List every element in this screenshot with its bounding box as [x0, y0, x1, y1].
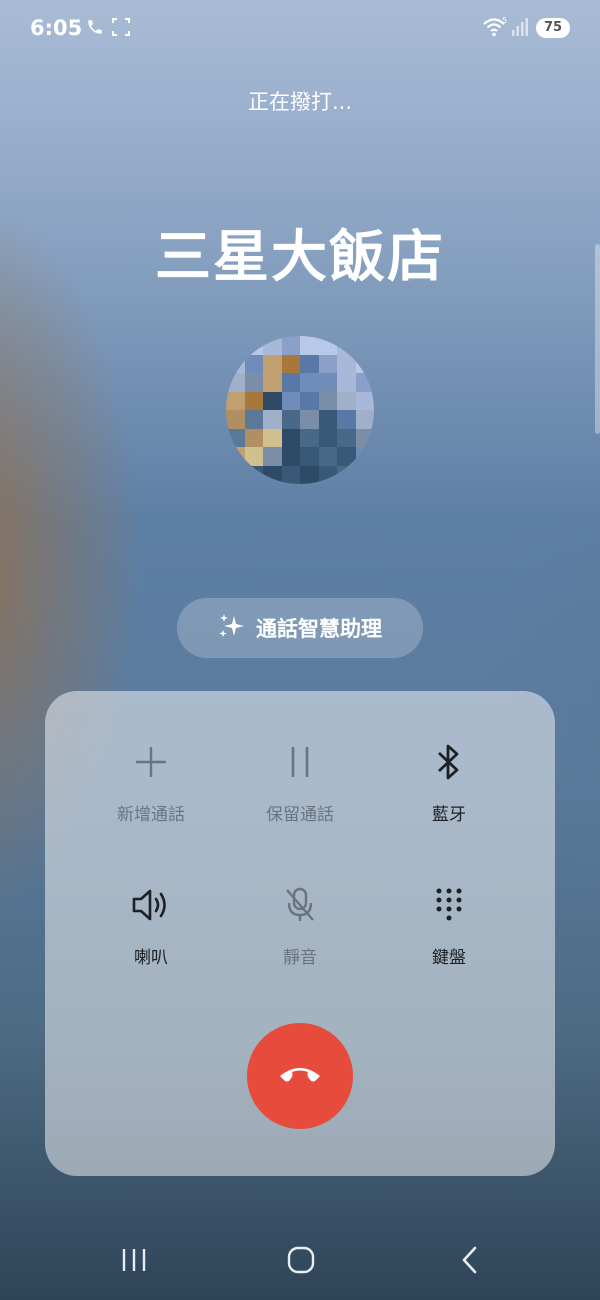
keypad-button[interactable]: 鍵盤 — [374, 879, 524, 968]
keypad-label: 鍵盤 — [432, 948, 466, 968]
status-bar: 6:05 5 75 — [0, 0, 600, 56]
add-call-button[interactable]: 新增通話 — [76, 736, 226, 825]
keypad-icon — [374, 879, 524, 931]
call-assistant-label: 通話智慧助理 — [256, 617, 382, 641]
bluetooth-icon — [374, 736, 524, 788]
hold-call-button[interactable]: 保留通話 — [225, 736, 375, 825]
bluetooth-button[interactable]: 藍牙 — [374, 736, 524, 825]
speaker-button[interactable]: 喇叭 — [76, 879, 226, 968]
mic-off-icon — [225, 879, 375, 931]
screenshot-frame-icon — [112, 18, 130, 40]
pause-icon — [225, 736, 375, 788]
contact-name: 三星大飯店 — [155, 225, 445, 290]
phone-call-icon — [86, 18, 104, 40]
mute-button[interactable]: 靜音 — [225, 879, 375, 968]
end-call-button[interactable] — [247, 1023, 353, 1129]
svg-text:5: 5 — [502, 16, 507, 25]
hold-call-label: 保留通話 — [266, 805, 334, 825]
end-call-icon — [277, 1062, 323, 1090]
mute-label: 靜音 — [283, 948, 317, 968]
edge-panel-handle[interactable] — [595, 244, 600, 434]
sparkle-icon — [218, 612, 246, 645]
add-call-label: 新增通話 — [117, 805, 185, 825]
speaker-icon — [76, 879, 226, 931]
plus-icon — [76, 736, 226, 788]
signal-icon — [512, 18, 528, 40]
recent-apps-icon[interactable] — [104, 1238, 164, 1282]
status-time: 6:05 — [30, 16, 83, 40]
call-status: 正在撥打... — [247, 90, 353, 114]
speaker-label: 喇叭 — [134, 948, 168, 968]
home-icon[interactable] — [271, 1238, 331, 1282]
contact-avatar — [226, 336, 374, 484]
navigation-bar — [0, 1222, 600, 1300]
call-assistant-button[interactable]: 通話智慧助理 — [177, 598, 423, 658]
back-icon[interactable] — [440, 1238, 500, 1282]
bluetooth-label: 藍牙 — [432, 805, 466, 825]
battery-icon: 75 — [536, 18, 570, 38]
wifi-5g-icon: 5 — [482, 16, 510, 42]
